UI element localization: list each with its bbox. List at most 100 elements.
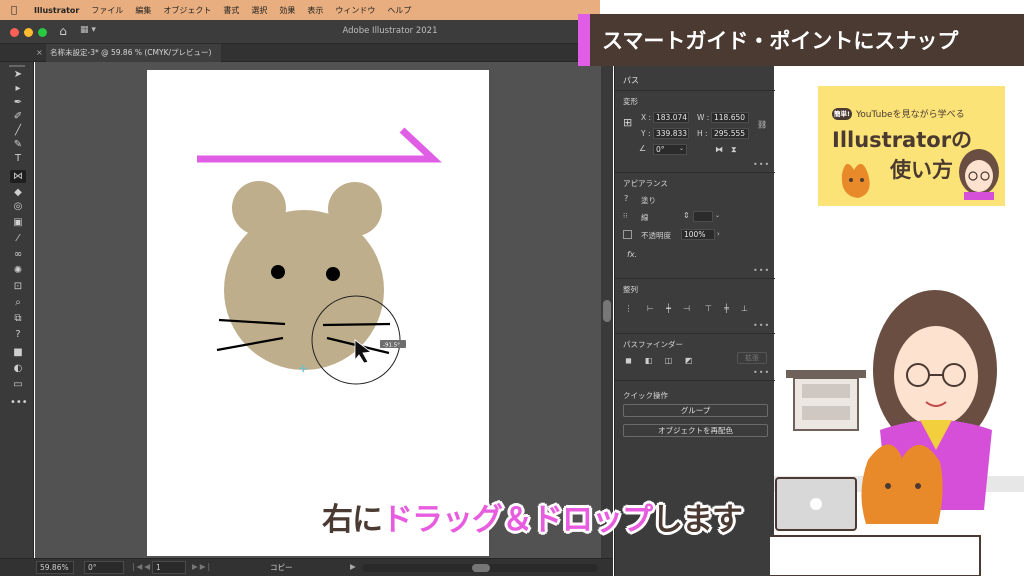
- close-tab-icon[interactable]: ×: [36, 44, 43, 62]
- curvature-tool-icon[interactable]: ✐: [10, 110, 26, 123]
- vertical-scrollbar[interactable]: [601, 62, 613, 558]
- zoom-window-button[interactable]: [38, 28, 47, 37]
- vertical-scroll-thumb[interactable]: [603, 300, 611, 322]
- gradient-tool-icon[interactable]: ▣: [10, 216, 26, 229]
- more-tools-icon[interactable]: •••: [10, 396, 28, 409]
- rotation-field[interactable]: 0°: [84, 561, 124, 574]
- fx-icon[interactable]: fx.: [627, 250, 637, 260]
- fill-stroke-swap-icon[interactable]: ⧉: [10, 312, 26, 325]
- eyedropper-tool-icon[interactable]: ⁄: [10, 232, 26, 245]
- align-top-icon[interactable]: ⊤: [703, 304, 714, 314]
- opacity-field[interactable]: 100%: [681, 229, 715, 240]
- expand-button[interactable]: 拡張: [737, 352, 767, 364]
- recolor-artwork-button[interactable]: オブジェクトを再配色: [623, 424, 768, 437]
- stroke-label[interactable]: 線: [641, 212, 649, 223]
- w-field[interactable]: 118.650: [711, 112, 749, 123]
- selection-tool-icon[interactable]: ➤: [10, 68, 26, 81]
- mouse-left-eye[interactable]: [271, 265, 285, 279]
- shape-builder-tool-icon[interactable]: ◎: [10, 200, 26, 213]
- unknown-color-icon[interactable]: ?: [10, 328, 26, 341]
- menu-view[interactable]: 表示: [301, 5, 329, 16]
- exclude-icon[interactable]: ◩: [683, 356, 694, 366]
- menu-object[interactable]: オブジェクト: [157, 5, 217, 16]
- menu-type[interactable]: 書式: [217, 5, 245, 16]
- home-icon[interactable]: ⌂: [55, 24, 71, 40]
- angle-dropdown-icon[interactable]: ⌄: [679, 144, 684, 154]
- panel-tab-path[interactable]: パス: [623, 75, 639, 86]
- line-tool-icon[interactable]: ╱: [10, 124, 26, 137]
- canvas-area[interactable]: ✢ -91.5°: [35, 62, 601, 558]
- opacity-arrow-icon[interactable]: ›: [717, 229, 720, 239]
- y-field[interactable]: 339.833: [653, 128, 689, 139]
- reflect-tool-icon[interactable]: ⋈: [10, 170, 26, 183]
- toolbar-grip[interactable]: [9, 65, 25, 67]
- mouse-right-eye[interactable]: [326, 267, 340, 281]
- align-horizontal-center-icon[interactable]: ┿: [663, 304, 674, 314]
- minimize-window-button[interactable]: [24, 28, 33, 37]
- menu-help[interactable]: ヘルプ: [381, 5, 417, 16]
- color-mode-icon[interactable]: ■: [10, 346, 26, 359]
- constrain-proportions-icon[interactable]: ⛓: [757, 120, 767, 130]
- window-controls: [10, 28, 47, 37]
- menu-select[interactable]: 選択: [245, 5, 273, 16]
- artboard-number-field[interactable]: 1: [152, 561, 186, 574]
- pathfinder-more-options[interactable]: •••: [753, 368, 769, 377]
- stroke-weight-stepper-icon[interactable]: ⇕: [683, 211, 690, 221]
- h-field[interactable]: 295.555: [711, 128, 749, 139]
- screen-mode-icon[interactable]: ▭: [10, 378, 26, 391]
- horizontal-scroll-thumb[interactable]: [472, 564, 490, 572]
- workspace-switcher-icon[interactable]: ▦ ▾: [80, 25, 102, 39]
- appearance-more-options[interactable]: •••: [753, 266, 769, 275]
- reference-point-grid-icon[interactable]: ⊞: [623, 117, 632, 128]
- artboard[interactable]: ✢ -91.5°: [147, 70, 489, 556]
- fill-label[interactable]: 塗り: [641, 195, 656, 206]
- fill-unknown-icon[interactable]: ?: [624, 194, 628, 204]
- flip-vertical-icon[interactable]: ⧗: [731, 145, 737, 155]
- draw-mode-icon[interactable]: ◐: [10, 362, 26, 375]
- menu-window[interactable]: ウィンドウ: [329, 5, 381, 16]
- zoom-level-field[interactable]: 59.86%: [36, 561, 74, 574]
- stroke-swatch-icon[interactable]: ⁝⁝: [623, 211, 627, 221]
- horizontal-scrollbar[interactable]: [362, 564, 598, 572]
- align-more-options[interactable]: •••: [753, 321, 769, 330]
- artboard-tool-icon[interactable]: ⊡: [10, 280, 26, 293]
- transform-more-options[interactable]: •••: [753, 160, 769, 169]
- apple-icon[interactable]: : [0, 5, 28, 16]
- align-right-icon[interactable]: ⊣: [681, 304, 692, 314]
- pink-path[interactable]: [197, 127, 442, 163]
- stroke-weight-field[interactable]: [693, 211, 713, 222]
- minus-front-icon[interactable]: ◧: [643, 356, 654, 366]
- stroke-weight-dropdown-icon[interactable]: ⌄: [715, 211, 720, 221]
- prev-artboard-icon[interactable]: |◀◀: [132, 562, 152, 571]
- align-to-icon[interactable]: ⋮: [623, 304, 634, 314]
- zoom-tool-icon[interactable]: ⌕: [10, 296, 26, 309]
- symbol-sprayer-tool-icon[interactable]: ✺: [10, 264, 26, 277]
- group-button[interactable]: グループ: [623, 404, 768, 417]
- right-whisker-top[interactable]: [322, 322, 391, 327]
- opacity-label[interactable]: 不透明度: [641, 230, 671, 241]
- align-bottom-icon[interactable]: ⊥: [739, 304, 750, 314]
- align-vertical-center-icon[interactable]: ╪: [721, 304, 732, 314]
- menu-effect[interactable]: 効果: [273, 5, 301, 16]
- unite-icon[interactable]: ◼: [623, 356, 634, 366]
- direct-selection-tool-icon[interactable]: ▸: [10, 82, 26, 95]
- x-field[interactable]: 183.074: [653, 112, 689, 123]
- pen-tool-icon[interactable]: ✒: [10, 96, 26, 109]
- play-icon[interactable]: ▶: [350, 562, 356, 571]
- brush-tool-icon[interactable]: ✎: [10, 138, 26, 151]
- align-left-icon[interactable]: ⊢: [645, 304, 656, 314]
- eraser-tool-icon[interactable]: ◆: [10, 186, 26, 199]
- type-tool-icon[interactable]: T: [10, 152, 26, 165]
- menu-file[interactable]: ファイル: [85, 5, 129, 16]
- blend-tool-icon[interactable]: ∞: [10, 248, 26, 261]
- appearance-heading: アピアランス: [623, 179, 668, 188]
- next-artboard-icon[interactable]: ▶▶|: [192, 562, 212, 571]
- flip-horizontal-icon[interactable]: ⧓: [715, 145, 723, 155]
- menu-edit[interactable]: 編集: [129, 5, 157, 16]
- series-logo: 簡単! YouTubeを見ながら学べる Illustratorの 使い方: [818, 86, 1005, 206]
- intersect-icon[interactable]: ◫: [663, 356, 674, 366]
- status-mode[interactable]: コピー: [270, 562, 293, 573]
- document-tab[interactable]: 名称未設定-3* @ 59.86 % (CMYK/プレビュー): [46, 44, 221, 62]
- menu-app-name[interactable]: Illustrator: [28, 6, 85, 15]
- close-window-button[interactable]: [10, 28, 19, 37]
